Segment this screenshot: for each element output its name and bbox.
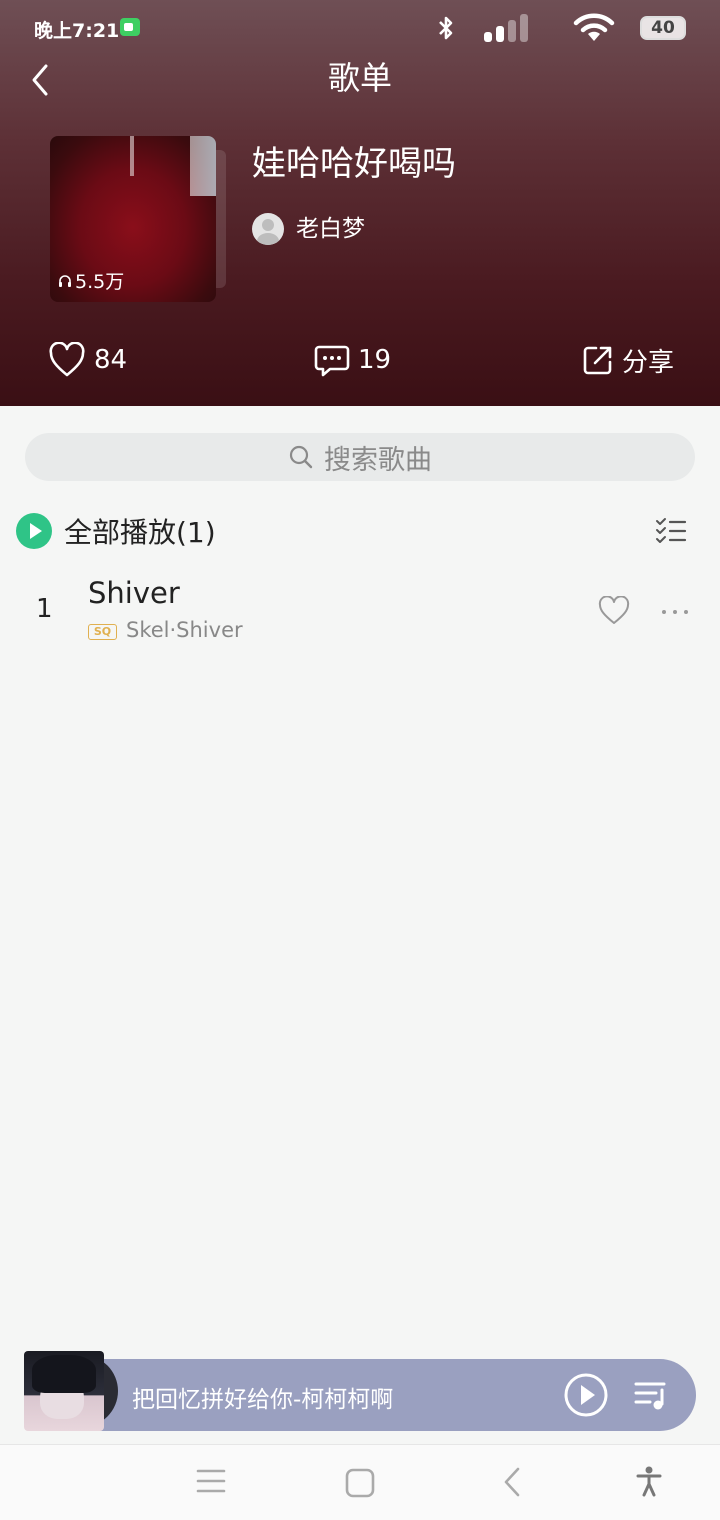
more-options-icon[interactable] xyxy=(660,608,690,616)
accessibility-icon[interactable] xyxy=(636,1465,662,1497)
share-button[interactable]: 分享 xyxy=(582,336,674,384)
search-placeholder: 搜索歌曲 xyxy=(324,444,432,476)
play-count: 5.5万 xyxy=(58,267,124,294)
playlist-queue-icon[interactable] xyxy=(633,1378,669,1412)
heart-icon[interactable] xyxy=(597,596,631,626)
song-title: Shiver xyxy=(88,576,180,610)
playlist-header: 晚上7:21 40 歌单 5.5万 娃哈哈好喝吗 老白梦 84 19 分享 xyxy=(0,0,720,406)
share-icon xyxy=(583,346,612,375)
avatar[interactable] xyxy=(252,213,284,245)
signal-icon xyxy=(484,14,528,42)
playlist-cover[interactable]: 5.5万 xyxy=(50,136,216,302)
battery-level: 40 xyxy=(651,18,675,38)
comment-button[interactable]: 19 xyxy=(314,336,391,384)
play-all-label: 全部播放(1) xyxy=(64,516,216,549)
battery-icon: 40 xyxy=(640,16,686,40)
headphones-icon xyxy=(59,274,71,287)
comment-icon xyxy=(314,345,350,377)
home-icon[interactable] xyxy=(344,1467,376,1499)
page-title: 歌单 xyxy=(327,59,392,97)
mini-player-cover[interactable] xyxy=(24,1351,104,1431)
search-input[interactable]: 搜索歌曲 xyxy=(25,433,695,481)
system-nav-bar xyxy=(0,1444,720,1520)
video-call-icon xyxy=(120,18,140,36)
song-index: 1 xyxy=(36,594,53,624)
song-artist: Skel·Shiver xyxy=(126,618,243,642)
play-all-button[interactable]: 全部播放(1) xyxy=(16,510,216,552)
mini-player-title[interactable]: 把回忆拼好给你-柯柯柯啊 xyxy=(132,1380,393,1414)
wifi-icon xyxy=(573,13,615,41)
status-bar: 晚上7:21 40 xyxy=(0,0,720,56)
creator-name[interactable]: 老白梦 xyxy=(296,212,365,246)
share-label: 分享 xyxy=(622,347,675,378)
search-icon xyxy=(289,445,313,469)
comment-count: 19 xyxy=(358,345,392,375)
like-button[interactable]: 84 xyxy=(48,336,127,384)
play-button[interactable] xyxy=(563,1372,609,1418)
like-count: 84 xyxy=(94,345,128,375)
cover-image-detail xyxy=(130,136,134,176)
back-icon[interactable] xyxy=(500,1465,524,1499)
cover-stack-shadow xyxy=(216,150,226,288)
heart-icon xyxy=(49,342,85,377)
status-time: 晚上7:21 xyxy=(34,20,120,42)
play-circle-icon xyxy=(16,513,52,549)
sq-quality-badge: SQ xyxy=(88,624,117,640)
cover-image-detail xyxy=(190,136,216,196)
multi-select-icon[interactable] xyxy=(655,517,687,545)
playlist-name: 娃哈哈好喝吗 xyxy=(252,144,456,184)
bluetooth-icon xyxy=(439,16,453,40)
song-row[interactable]: 1 Shiver SQ Skel·Shiver xyxy=(0,570,720,650)
play-count-value: 5.5万 xyxy=(75,271,125,293)
menu-icon[interactable] xyxy=(196,1467,226,1495)
